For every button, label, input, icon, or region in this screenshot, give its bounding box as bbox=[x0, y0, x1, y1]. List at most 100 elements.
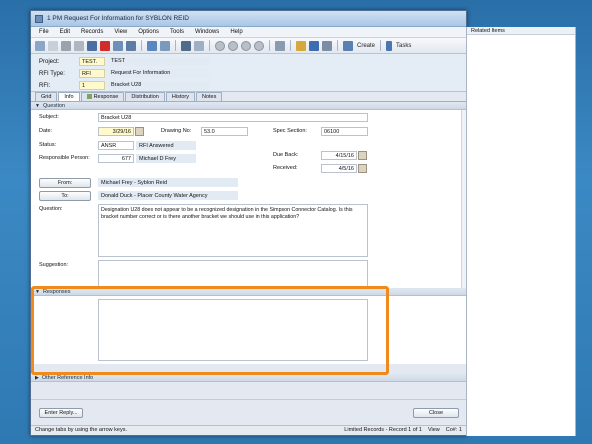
menu-tools[interactable]: Tools bbox=[170, 29, 184, 35]
prev-record-icon[interactable] bbox=[228, 40, 238, 51]
tab-history[interactable]: History bbox=[165, 92, 195, 101]
due-back-label: Due Back: bbox=[273, 152, 299, 158]
menu-bar: File Edit Records View Options Tools Win… bbox=[31, 27, 466, 38]
toolbar-separator bbox=[290, 40, 291, 51]
rfi-type-code-field[interactable]: RFI bbox=[79, 69, 105, 78]
print-icon[interactable] bbox=[61, 40, 71, 51]
from-value: Michael Frey - Syblon Reid bbox=[98, 178, 238, 187]
create-button[interactable]: Create bbox=[357, 43, 375, 49]
tasks-button[interactable]: Tasks bbox=[396, 43, 411, 49]
toolbar-separator bbox=[175, 40, 176, 51]
drawing-field[interactable]: 53.0 bbox=[201, 127, 248, 136]
toolbar: Create Tasks bbox=[31, 38, 466, 54]
tab-response[interactable]: Response bbox=[80, 92, 125, 101]
search-icon[interactable] bbox=[126, 40, 136, 51]
first-record-icon[interactable] bbox=[215, 40, 225, 51]
copy-icon[interactable] bbox=[74, 40, 84, 51]
enter-reply-button[interactable]: Enter Reply... bbox=[39, 408, 83, 418]
to-button[interactable]: To: bbox=[39, 191, 91, 201]
related-items-header: Related Items bbox=[467, 27, 575, 35]
subject-field[interactable]: Bracket U28 bbox=[98, 113, 368, 122]
app-icon bbox=[35, 14, 43, 23]
suggestion-label: Suggestion: bbox=[39, 262, 69, 268]
last-record-icon[interactable] bbox=[254, 40, 264, 51]
record-header: Project: TEST. TEST RFI Type: RFI Reques… bbox=[31, 54, 466, 92]
calendar-icon[interactable] bbox=[135, 127, 144, 136]
project-code-field[interactable]: TEST. bbox=[79, 57, 105, 66]
status-name: RFI Answered bbox=[136, 141, 196, 150]
drawing-label: Drawing No: bbox=[161, 128, 192, 134]
tab-distribution[interactable]: Distribution bbox=[125, 92, 165, 101]
response-icon bbox=[86, 94, 92, 100]
check-icon[interactable] bbox=[309, 40, 319, 51]
close-button[interactable]: Close bbox=[413, 408, 459, 418]
other-reference-header[interactable]: ▶ Other Reference Info bbox=[31, 374, 466, 382]
menu-help[interactable]: Help bbox=[230, 29, 242, 35]
layout-icon[interactable] bbox=[160, 40, 170, 51]
tab-strip: Grid Info Response Distribution History … bbox=[31, 92, 466, 102]
resp-person-id-field[interactable]: 677 bbox=[98, 154, 134, 163]
filter-icon[interactable] bbox=[194, 40, 204, 51]
expand-icon: ▶ bbox=[35, 375, 39, 381]
from-button[interactable]: From: bbox=[39, 178, 91, 188]
window-title: 1 PM Request For Information for SYBLON … bbox=[47, 15, 189, 22]
menu-file[interactable]: File bbox=[39, 29, 49, 35]
received-label: Received: bbox=[273, 165, 298, 171]
date-field[interactable]: 3/29/16 bbox=[98, 127, 134, 136]
rfi-number-field[interactable]: 1 bbox=[79, 81, 105, 90]
tab-info[interactable]: Info bbox=[58, 92, 80, 101]
status-right: Limited Records - Record 1 of 1 View Co#… bbox=[344, 426, 462, 435]
rfi-type-name: Request For Information bbox=[109, 69, 209, 78]
view-indicator[interactable]: View bbox=[428, 426, 440, 435]
footer-bar: Enter Reply... Close bbox=[31, 399, 466, 425]
suggestion-textarea[interactable] bbox=[98, 260, 368, 288]
responses-highlight bbox=[31, 286, 389, 375]
undo-icon[interactable] bbox=[113, 40, 123, 51]
project-label: Project: bbox=[39, 58, 60, 65]
spec-field[interactable]: 06100 bbox=[321, 127, 368, 136]
due-back-field[interactable]: 4/15/16 bbox=[321, 151, 357, 160]
pen-icon[interactable] bbox=[181, 40, 191, 51]
menu-records[interactable]: Records bbox=[81, 29, 103, 35]
rfi-label: RFI: bbox=[39, 82, 51, 89]
menu-windows[interactable]: Windows bbox=[195, 29, 219, 35]
tools-icon[interactable] bbox=[322, 40, 332, 51]
toolbar-separator bbox=[380, 40, 382, 51]
subject-label: Subject: bbox=[39, 114, 59, 120]
resp-person-name: Michael D Frey bbox=[136, 154, 196, 163]
edit-icon[interactable] bbox=[48, 40, 58, 51]
related-items-panel: Related Items bbox=[466, 27, 576, 436]
spec-label: Spec Section: bbox=[273, 128, 307, 134]
project-name: TEST bbox=[109, 57, 209, 66]
status-label: Status: bbox=[39, 142, 57, 148]
menu-view[interactable]: View bbox=[114, 29, 127, 35]
next-record-icon[interactable] bbox=[241, 40, 251, 51]
status-code-field[interactable]: ANSR bbox=[98, 141, 134, 150]
menu-edit[interactable]: Edit bbox=[60, 29, 70, 35]
save-icon[interactable] bbox=[87, 40, 97, 51]
tab-response-label: Response bbox=[93, 94, 119, 100]
menu-options[interactable]: Options bbox=[138, 29, 159, 35]
status-bar: Change tabs by using the arrow keys. Lim… bbox=[31, 425, 466, 435]
rfi-type-label: RFI Type: bbox=[39, 70, 65, 77]
toolbar-separator bbox=[141, 40, 142, 51]
delete-icon[interactable] bbox=[100, 40, 110, 51]
create-icon[interactable] bbox=[343, 40, 353, 51]
company-indicator: Co#: 1 bbox=[445, 427, 462, 433]
rfi-name: Bracket U28 bbox=[109, 81, 209, 90]
tab-notes[interactable]: Notes bbox=[196, 92, 223, 101]
view-icon[interactable] bbox=[147, 40, 157, 51]
new-icon[interactable] bbox=[35, 40, 45, 51]
toolbar-separator bbox=[337, 40, 338, 51]
question-textarea[interactable]: Designation U28 does not appear to be a … bbox=[98, 204, 368, 257]
calendar-icon[interactable] bbox=[358, 151, 367, 160]
calendar-icon[interactable] bbox=[358, 164, 367, 173]
question-section-header[interactable]: ▼ Question bbox=[31, 102, 466, 110]
received-field[interactable]: 4/5/16 bbox=[321, 164, 357, 173]
tasks-icon[interactable] bbox=[386, 40, 393, 51]
date-label: Date: bbox=[39, 128, 53, 134]
link-icon[interactable] bbox=[275, 40, 285, 51]
users-icon[interactable] bbox=[296, 40, 306, 51]
title-bar: 1 PM Request For Information for SYBLON … bbox=[31, 11, 466, 27]
tab-grid[interactable]: Grid bbox=[35, 92, 58, 101]
